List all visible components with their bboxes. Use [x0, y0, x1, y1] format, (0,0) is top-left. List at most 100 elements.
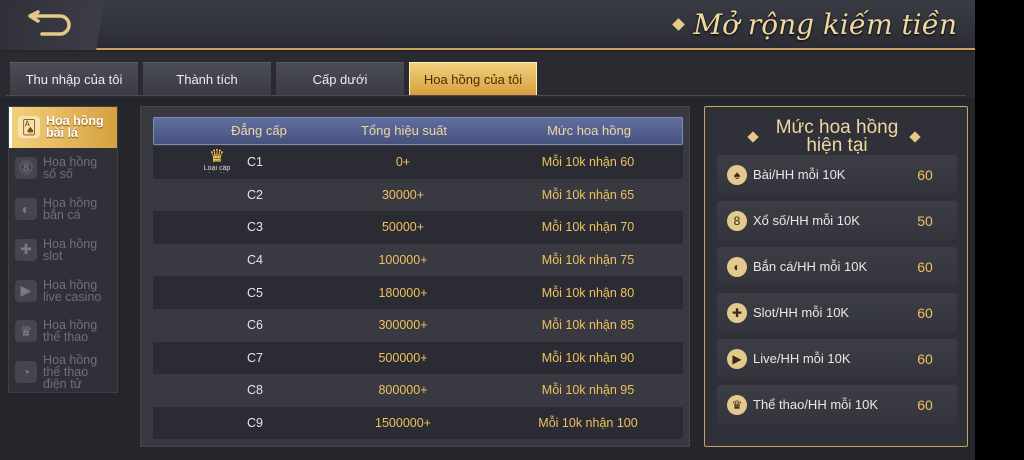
- sidebar-item-esports[interactable]: ◔ Hoa hồng thể thao điện tử: [9, 352, 117, 393]
- commission-rate-value: 60: [917, 396, 933, 413]
- header-bar: Mở rộng kiếm tiền: [0, 0, 975, 50]
- commission-rate-row: 8 Xổ số/HH mỗi 10K 50: [717, 201, 957, 240]
- performance-cell: 100000+: [378, 253, 428, 268]
- commission-rate-value: 60: [917, 258, 933, 275]
- crown-icon: ♛: [208, 146, 226, 166]
- table-row: C4 100000+ Mỗi 10k nhận 75: [153, 243, 683, 277]
- tab-divider: [6, 95, 966, 96]
- table-row: C3 50000+ Mỗi 10k nhận 70: [153, 211, 683, 244]
- commission-rate-label: Thể thao/HH mỗi 10K: [753, 397, 879, 412]
- commission-rate-value: 60: [917, 166, 933, 183]
- table-row: C7 500000+ Mỗi 10k nhận 90: [153, 341, 683, 375]
- panel-title: Mức hoa hồng hiện tại: [775, 117, 899, 156]
- sidebar-item-label: Hoa hồng số số: [43, 155, 98, 182]
- table-row: ♛ Loại cấp của tôi C1 0+ Mỗi 10k nhận 60: [153, 146, 683, 179]
- table-row: C2 30000+ Mỗi 10k nhận 65: [153, 178, 683, 212]
- sidebar: 🂡 Hoa hồng bài lá ⓼ Hoa hồng số số ◐ Hoa…: [8, 106, 118, 393]
- sidebar-item-label: Hoa hồng bắn cá: [43, 195, 98, 222]
- rate-cell: Mỗi 10k nhận 60: [541, 155, 635, 170]
- commission-rate-value: 50: [917, 212, 933, 229]
- sidebar-item-label: Hoa hồng thể thao: [43, 318, 98, 345]
- sidebar-item-fishing[interactable]: ◐ Hoa hồng bắn cá: [9, 189, 117, 230]
- column-header-rate: Mức hoa hồng: [547, 123, 631, 138]
- rate-cell: Mỗi 10k nhận 95: [541, 383, 635, 398]
- commission-rate-label: Bài/HH mỗi 10K: [753, 167, 846, 182]
- lottery-ball-icon: ⓼: [15, 157, 37, 180]
- commission-rate-label: Bắn cá/HH mỗi 10K: [753, 259, 868, 274]
- level-cell: C5: [247, 285, 263, 300]
- level-cell: C3: [247, 220, 263, 235]
- sidebar-item-label: Hoa hồng thể thao điện tử: [43, 353, 98, 392]
- rate-cell: Mỗi 10k nhận 85: [541, 318, 635, 333]
- back-arrow-icon[interactable]: [24, 10, 72, 38]
- commission-rate-row: ◐ Bắn cá/HH mỗi 10K 60: [717, 247, 957, 286]
- level-cell: C4: [247, 253, 263, 268]
- performance-cell: 0+: [395, 155, 411, 170]
- cards-icon: 🂡: [18, 116, 40, 139]
- sidebar-item-sports[interactable]: ♛ Hoa hồng thể thao: [9, 311, 117, 352]
- table-row: C5 180000+ Mỗi 10k nhận 80: [153, 276, 683, 309]
- sidebar-item-slot[interactable]: ✚ Hoa hồng slot: [9, 229, 117, 270]
- rate-cell: Mỗi 10k nhận 65: [541, 187, 635, 202]
- sidebar-item-cards[interactable]: 🂡 Hoa hồng bài lá: [9, 107, 117, 148]
- fish-icon: ◐: [15, 197, 37, 220]
- commission-rate-row: ✚ Slot/HH mỗi 10K 60: [717, 293, 957, 332]
- commission-rate-row: ♛ Thể thao/HH mỗi 10K 60: [717, 385, 957, 424]
- column-header-performance: Tổng hiệu suất: [360, 123, 447, 138]
- performance-cell: 30000+: [381, 187, 425, 202]
- commission-rate-row: ♠ Bài/HH mỗi 10K 60: [717, 155, 957, 194]
- sidebar-item-lottery[interactable]: ⓼ Hoa hồng số số: [9, 148, 117, 189]
- sidebar-item-live-casino[interactable]: ▶ Hoa hồng live casino: [9, 270, 117, 311]
- performance-cell: 1500000+: [375, 416, 431, 431]
- sidebar-item-label: Hoa hồng live casino: [43, 277, 102, 304]
- tab-achievement[interactable]: Thành tích: [143, 62, 271, 96]
- performance-cell: 500000+: [378, 350, 428, 365]
- performance-cell: 800000+: [378, 383, 428, 398]
- play-icon: ▶: [15, 279, 37, 302]
- table-header: Đẳng cấp Tổng hiệu suất Mức hoa hồng: [153, 117, 683, 145]
- diamond-icon: [672, 18, 686, 31]
- tab-subordinates[interactable]: Cấp dưới: [276, 62, 404, 96]
- level-cell: C7: [247, 350, 263, 365]
- current-commission-panel: Mức hoa hồng hiện tại ♠ Bài/HH mỗi 10K 6…: [704, 106, 968, 447]
- level-cell: C1: [247, 155, 263, 170]
- rate-cell: Mỗi 10k nhận 75: [541, 253, 635, 268]
- performance-cell: 180000+: [378, 285, 428, 300]
- trophy-icon: ♛: [727, 394, 747, 415]
- app-root: Mở rộng kiếm tiền Thu nhập của tôi Thành…: [0, 0, 1024, 460]
- page-title: Mở rộng kiếm tiền: [693, 8, 957, 41]
- column-header-level: Đẳng cấp: [231, 123, 287, 138]
- play-icon: ▶: [727, 348, 747, 369]
- gamepad-icon: ✚: [727, 302, 747, 323]
- performance-cell: 300000+: [378, 318, 428, 333]
- sidebar-item-label: Hoa hồng bài lá: [46, 114, 104, 141]
- level-cell: C9: [247, 416, 263, 431]
- commission-rate-value: 60: [917, 304, 933, 321]
- esports-icon: ◔: [15, 361, 37, 384]
- commission-rate-value: 60: [917, 350, 933, 367]
- tab-my-commission[interactable]: Hoa hồng của tôi: [409, 62, 537, 96]
- right-black-strip: [975, 0, 1024, 460]
- level-cell: C2: [247, 187, 263, 202]
- performance-cell: 50000+: [381, 220, 425, 235]
- tab-income[interactable]: Thu nhập của tôi: [10, 62, 138, 96]
- gamepad-icon: ✚: [15, 238, 37, 261]
- rate-cell: Mỗi 10k nhận 80: [541, 285, 635, 300]
- level-cell: C8: [247, 383, 263, 398]
- lottery-ball-icon: 8: [727, 210, 747, 231]
- table-row: C8 800000+ Mỗi 10k nhận 95: [153, 374, 683, 407]
- fish-icon: ◐: [727, 256, 747, 277]
- trophy-icon: ♛: [15, 320, 37, 343]
- table-row: C9 1500000+ Mỗi 10k nhận 100: [153, 406, 683, 440]
- tab-bar: Thu nhập của tôi Thành tích Cấp dưới Hoa…: [0, 52, 975, 98]
- rate-cell: Mỗi 10k nhận 70: [541, 220, 635, 235]
- commission-table: Đẳng cấp Tổng hiệu suất Mức hoa hồng ♛ L…: [140, 106, 690, 447]
- commission-rate-label: Live/HH mỗi 10K: [753, 351, 851, 366]
- rate-cell: Mỗi 10k nhận 90: [541, 350, 635, 365]
- sidebar-item-label: Hoa hồng slot: [43, 236, 98, 263]
- table-body: ♛ Loại cấp của tôi C1 0+ Mỗi 10k nhận 60…: [153, 146, 683, 440]
- commission-rate-label: Slot/HH mỗi 10K: [753, 305, 850, 320]
- table-row: C6 300000+ Mỗi 10k nhận 85: [153, 308, 683, 342]
- cards-icon: ♠: [727, 164, 747, 185]
- rate-cell: Mỗi 10k nhận 100: [538, 416, 638, 431]
